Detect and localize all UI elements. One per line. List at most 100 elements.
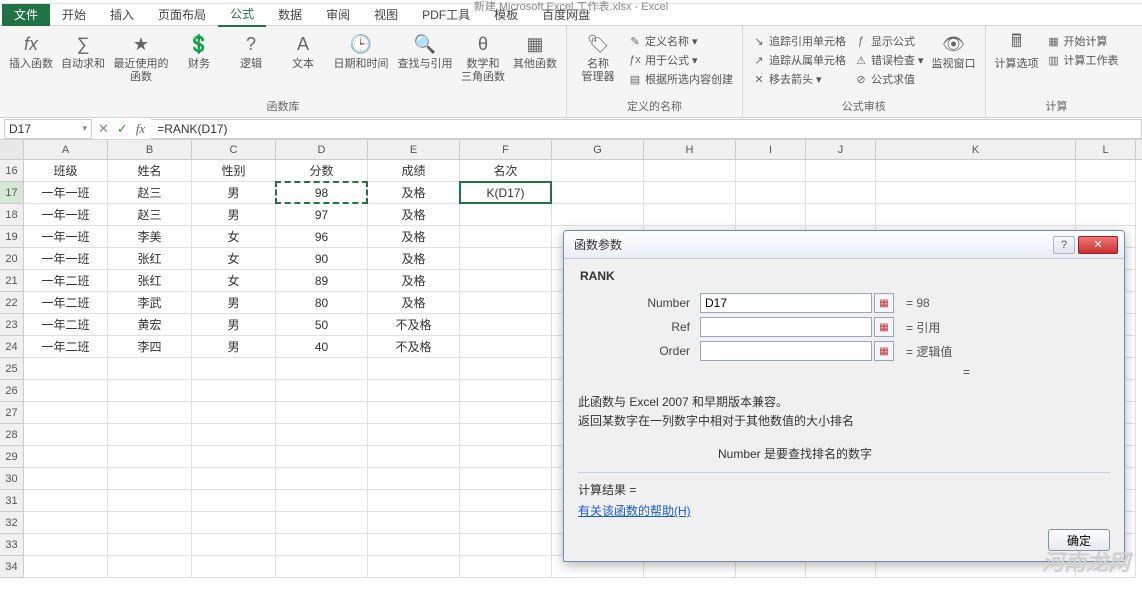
cell[interactable] — [192, 380, 276, 402]
cell[interactable] — [460, 380, 552, 402]
cell[interactable] — [368, 446, 460, 468]
cell[interactable] — [276, 424, 368, 446]
cell[interactable] — [876, 160, 1076, 182]
show-formulas-button[interactable]: ƒ显示公式 — [851, 32, 927, 50]
cell[interactable]: 一年一班 — [24, 204, 108, 226]
cell[interactable] — [192, 424, 276, 446]
cell[interactable] — [806, 204, 876, 226]
cell[interactable]: 50 — [276, 314, 368, 336]
cell[interactable] — [108, 402, 192, 424]
cell[interactable]: 96 — [276, 226, 368, 248]
cell[interactable] — [192, 468, 276, 490]
cell[interactable] — [108, 380, 192, 402]
select-all-corner[interactable] — [0, 140, 24, 159]
collapse-dialog-button[interactable]: ▦ — [874, 293, 894, 313]
row-header[interactable]: 22 — [0, 292, 24, 314]
cell[interactable]: 及格 — [368, 226, 460, 248]
cell[interactable]: 李四 — [108, 336, 192, 358]
cell[interactable] — [108, 446, 192, 468]
row-header[interactable]: 21 — [0, 270, 24, 292]
name-box[interactable]: D17▾ — [4, 119, 92, 139]
row-header[interactable]: 28 — [0, 424, 24, 446]
cell[interactable]: 90 — [276, 248, 368, 270]
calc-options-button[interactable]: 🖩计算选项 — [992, 30, 1042, 73]
financial-button[interactable]: 💲财务 — [174, 30, 224, 73]
cell[interactable] — [460, 468, 552, 490]
watch-window-button[interactable]: 👁监视窗口 — [929, 30, 979, 73]
tab-insert[interactable]: 插入 — [98, 3, 146, 26]
cell[interactable]: 名次 — [460, 160, 552, 182]
cell[interactable]: 98 — [276, 182, 368, 204]
cell[interactable] — [24, 556, 108, 578]
cell[interactable]: 男 — [192, 336, 276, 358]
cell[interactable] — [24, 380, 108, 402]
cell[interactable] — [276, 490, 368, 512]
col-header[interactable]: E — [368, 140, 460, 159]
cell[interactable] — [108, 556, 192, 578]
dialog-help-link[interactable]: 有关该函数的帮助(H) — [578, 504, 691, 518]
recent-functions-button[interactable]: ★最近使用的 函数 — [110, 30, 172, 85]
cell[interactable] — [644, 160, 736, 182]
cell[interactable]: 一年二班 — [24, 270, 108, 292]
cell[interactable]: 赵三 — [108, 204, 192, 226]
row-header[interactable]: 29 — [0, 446, 24, 468]
collapse-dialog-button[interactable]: ▦ — [874, 317, 894, 337]
cell[interactable] — [368, 358, 460, 380]
cell[interactable] — [276, 446, 368, 468]
cell[interactable] — [192, 358, 276, 380]
cell[interactable] — [1076, 182, 1136, 204]
cell[interactable] — [736, 204, 806, 226]
cell[interactable] — [276, 512, 368, 534]
arg-input-ref[interactable] — [700, 317, 872, 337]
cell[interactable]: 男 — [192, 292, 276, 314]
col-header[interactable]: G — [552, 140, 644, 159]
cell[interactable] — [368, 534, 460, 556]
row-header[interactable]: 24 — [0, 336, 24, 358]
dialog-ok-button[interactable]: 确定 — [1048, 529, 1110, 551]
lookup-button[interactable]: 🔍查找与引用 — [394, 30, 456, 73]
row-header[interactable]: 16 — [0, 160, 24, 182]
more-functions-button[interactable]: ▦其他函数 — [510, 30, 560, 73]
cell[interactable]: 男 — [192, 182, 276, 204]
evaluate-formula-button[interactable]: ⊘公式求值 — [851, 70, 927, 88]
collapse-dialog-button[interactable]: ▦ — [874, 341, 894, 361]
dialog-close-button[interactable]: ✕ — [1078, 236, 1118, 254]
arg-input-number[interactable] — [700, 293, 872, 313]
cell[interactable]: 班级 — [24, 160, 108, 182]
cell[interactable] — [1076, 160, 1136, 182]
cell[interactable] — [876, 182, 1076, 204]
accept-formula-button[interactable]: ✓ — [117, 121, 128, 137]
cell[interactable]: 女 — [192, 226, 276, 248]
cell[interactable] — [24, 446, 108, 468]
cell[interactable] — [24, 402, 108, 424]
cell[interactable]: 一年一班 — [24, 182, 108, 204]
cell[interactable]: 女 — [192, 248, 276, 270]
cell[interactable] — [460, 446, 552, 468]
cell[interactable] — [460, 556, 552, 578]
cell[interactable] — [806, 160, 876, 182]
row-header[interactable]: 27 — [0, 402, 24, 424]
cell[interactable] — [192, 490, 276, 512]
tab-review[interactable]: 审阅 — [314, 3, 362, 26]
cell[interactable] — [108, 534, 192, 556]
cell[interactable]: 张红 — [108, 270, 192, 292]
cell[interactable] — [192, 512, 276, 534]
cell[interactable] — [644, 182, 736, 204]
cell[interactable] — [552, 182, 644, 204]
cell[interactable] — [192, 556, 276, 578]
formula-input[interactable]: =RANK(D17) — [151, 119, 1142, 139]
cell[interactable]: 89 — [276, 270, 368, 292]
cell[interactable] — [736, 160, 806, 182]
cell[interactable] — [460, 358, 552, 380]
cell[interactable] — [108, 490, 192, 512]
cell[interactable]: 一年二班 — [24, 314, 108, 336]
col-header[interactable]: C — [192, 140, 276, 159]
cell[interactable] — [276, 402, 368, 424]
math-button[interactable]: θ数学和 三角函数 — [458, 30, 508, 85]
cell[interactable] — [108, 468, 192, 490]
cell[interactable]: 及格 — [368, 182, 460, 204]
cell[interactable] — [108, 424, 192, 446]
cell[interactable]: 及格 — [368, 292, 460, 314]
cell[interactable] — [368, 402, 460, 424]
col-header[interactable]: B — [108, 140, 192, 159]
